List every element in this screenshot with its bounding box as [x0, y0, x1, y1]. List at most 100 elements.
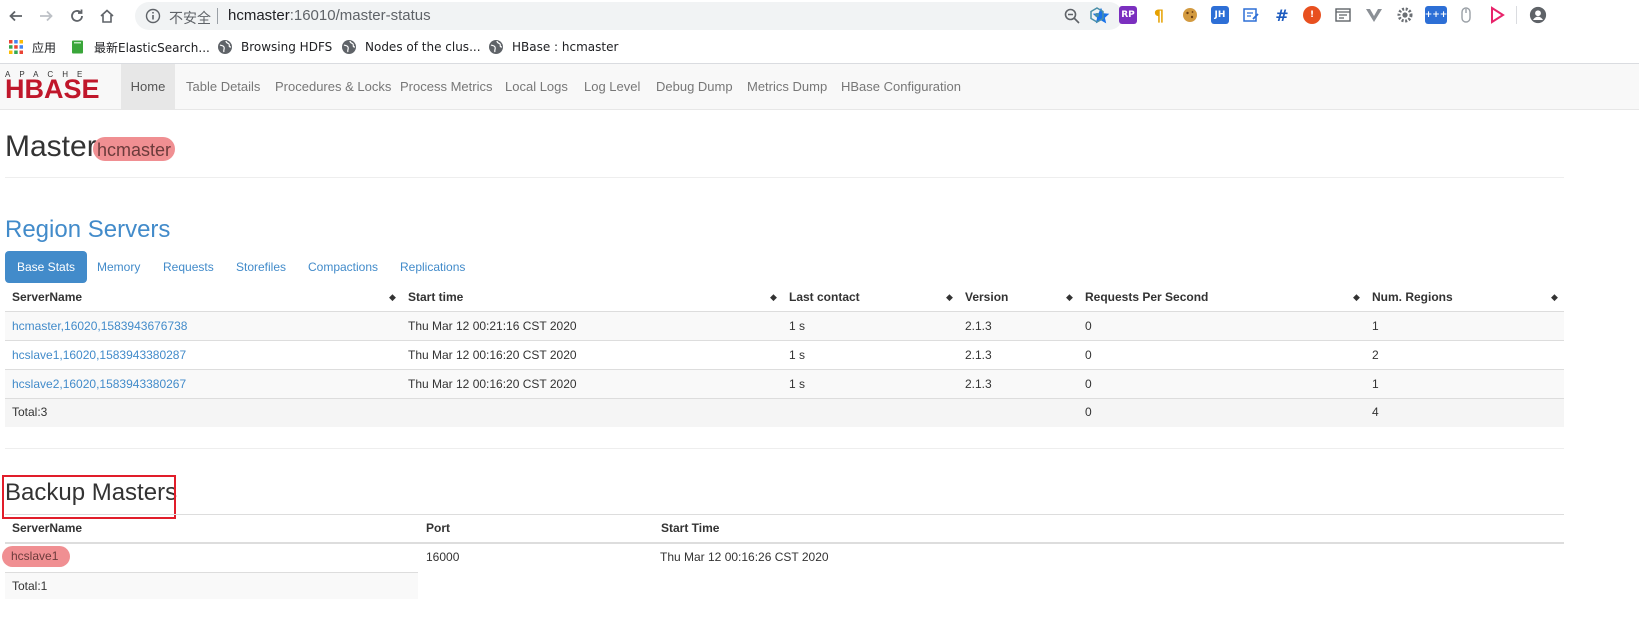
tab-memory[interactable]: Memory: [85, 251, 152, 283]
extension-calendar-icon[interactable]: +++: [1425, 6, 1447, 24]
tab-log-level[interactable]: Log Level: [584, 64, 640, 109]
column-header-version[interactable]: Version: [965, 290, 1008, 304]
back-button[interactable]: [4, 4, 28, 28]
master-hostname: hcmaster: [93, 137, 176, 161]
reload-icon: [71, 9, 83, 22]
column-header-requests-per-second[interactable]: Requests Per Second: [1085, 290, 1208, 304]
table-row: [5, 312, 1564, 340]
column-header-servername[interactable]: ServerName: [12, 290, 82, 304]
url-host: hcmaster: [228, 7, 290, 24]
url-text[interactable]: hcmaster:16010/master-status: [228, 7, 431, 24]
extension-graph-icon[interactable]: [1088, 6, 1106, 24]
extension-gear-icon[interactable]: [1396, 6, 1414, 24]
sort-icon[interactable]: ◆: [389, 292, 396, 303]
start-time-cell: Thu Mar 12 00:16:20 CST 2020: [408, 348, 577, 362]
sort-icon[interactable]: ◆: [1066, 292, 1073, 303]
page-title: Master: [5, 130, 97, 163]
version-cell: 2.1.3: [965, 348, 992, 362]
zoom-icon[interactable]: [1063, 7, 1081, 25]
extension-edit-icon[interactable]: [1242, 6, 1260, 24]
bookmark-label: 最新ElasticSearch...: [94, 40, 210, 55]
tab-hbase-configuration[interactable]: HBase Configuration: [841, 64, 961, 109]
tab-replications[interactable]: Replications: [388, 251, 477, 283]
start-time-cell: Thu Mar 12 00:21:16 CST 2020: [408, 319, 577, 333]
total-label: Total:3: [12, 405, 48, 419]
regions-cell: 1: [1372, 377, 1379, 391]
profile-avatar-icon[interactable]: [1529, 6, 1547, 24]
extension-play-icon[interactable]: [1488, 6, 1506, 24]
globe-icon: [218, 40, 232, 54]
apps-grid-icon: [9, 40, 23, 54]
tab-compactions[interactable]: Compactions: [296, 251, 390, 283]
arrow-left-icon: [9, 10, 22, 22]
address-bar[interactable]: 不安全 hcmaster:16010/master-status: [135, 2, 1123, 30]
bookmark-label: 应用: [32, 40, 57, 55]
extension-jh-icon[interactable]: JH: [1211, 6, 1229, 24]
tab-process-metrics[interactable]: Process Metrics: [400, 64, 492, 109]
hbase-navbar: APACHE HBASE Home Table Details Procedur…: [0, 64, 1639, 110]
tab-table-details[interactable]: Table Details: [186, 64, 260, 109]
extension-vue-icon[interactable]: [1365, 6, 1383, 24]
column-header-port: Port: [426, 521, 450, 535]
tab-storefiles[interactable]: Storefiles: [224, 251, 298, 283]
omnibox-divider: [217, 8, 218, 24]
region-servers-heading: Region Servers: [5, 216, 171, 243]
total-row: [5, 399, 1564, 427]
bookmark-label: HBase : hcmaster: [512, 40, 619, 54]
globe-icon: [489, 40, 503, 54]
home-icon: [100, 9, 114, 23]
bookmark-nodes[interactable]: Nodes of the clus...: [341, 38, 481, 56]
requests-cell: 0: [1085, 319, 1092, 333]
tab-local-logs[interactable]: Local Logs: [505, 64, 568, 109]
requests-cell: 0: [1085, 348, 1092, 362]
column-header-last-contact[interactable]: Last contact: [789, 290, 860, 304]
book-icon: [72, 40, 83, 54]
sort-icon[interactable]: ◆: [1551, 292, 1558, 303]
bookmark-hbase[interactable]: HBase : hcmaster: [488, 38, 618, 56]
start-time-cell: Thu Mar 12 00:16:26 CST 2020: [660, 550, 829, 564]
regions-cell: 2: [1372, 348, 1379, 362]
tab-base-stats[interactable]: Base Stats: [5, 251, 88, 283]
sort-icon[interactable]: ◆: [770, 292, 777, 303]
tab-debug-dump[interactable]: Debug Dump: [656, 64, 733, 109]
extension-pilcrow-icon[interactable]: ¶: [1150, 6, 1168, 25]
server-link[interactable]: hcslave2,16020,1583943380267: [12, 377, 186, 391]
tab-home[interactable]: Home: [121, 64, 175, 109]
browser-toolbar: 不安全 hcmaster:16010/master-status RP ¶ JH…: [0, 0, 1639, 31]
url-path: :16010/master-status: [289, 7, 431, 24]
extension-cookie-icon[interactable]: [1181, 6, 1199, 24]
insecure-label: 不安全: [169, 11, 211, 27]
extension-window-icon[interactable]: [1334, 6, 1352, 24]
start-time-cell: Thu Mar 12 00:16:20 CST 2020: [408, 377, 577, 391]
column-header-start-time: Start Time: [661, 521, 720, 535]
home-button[interactable]: [95, 4, 119, 28]
bookmark-hdfs[interactable]: Browsing HDFS: [217, 38, 332, 56]
extension-alert-icon[interactable]: !: [1303, 6, 1321, 24]
server-link[interactable]: hcslave1,16020,1583943380287: [12, 348, 186, 362]
forward-button[interactable]: [34, 4, 58, 28]
server-link[interactable]: hcmaster,16020,1583943676738: [12, 319, 187, 333]
extension-rp-icon[interactable]: RP: [1119, 6, 1137, 24]
column-header-start-time[interactable]: Start time: [408, 290, 463, 304]
row-divider: [5, 340, 1564, 341]
hbase-logo[interactable]: APACHE HBASE: [5, 70, 115, 104]
column-header-servername: ServerName: [12, 521, 83, 535]
total-label: Total:1: [12, 579, 48, 593]
info-icon[interactable]: [145, 8, 161, 24]
header-divider: [5, 542, 1564, 544]
sort-icon[interactable]: ◆: [946, 292, 953, 303]
sort-icon[interactable]: ◆: [1353, 292, 1360, 303]
bookmark-label: Browsing HDFS: [241, 40, 333, 54]
bookmarks-bar: 应用 最新ElasticSearch... Browsing HDFS Node…: [0, 31, 1639, 64]
extension-mouse-icon[interactable]: [1457, 6, 1475, 24]
reload-button[interactable]: [65, 4, 89, 28]
tab-metrics-dump[interactable]: Metrics Dump: [747, 64, 827, 109]
bookmark-apps[interactable]: 应用: [8, 38, 56, 56]
tab-requests[interactable]: Requests: [151, 251, 226, 283]
bookmark-elasticsearch[interactable]: 最新ElasticSearch...: [70, 38, 210, 56]
tab-procedures-locks[interactable]: Procedures & Locks: [275, 64, 391, 109]
extension-hash-icon[interactable]: #: [1273, 6, 1291, 25]
table-row: [5, 370, 1564, 398]
column-header-num-regions[interactable]: Num. Regions: [1372, 290, 1453, 304]
annotation-highlight-box: [2, 475, 176, 519]
